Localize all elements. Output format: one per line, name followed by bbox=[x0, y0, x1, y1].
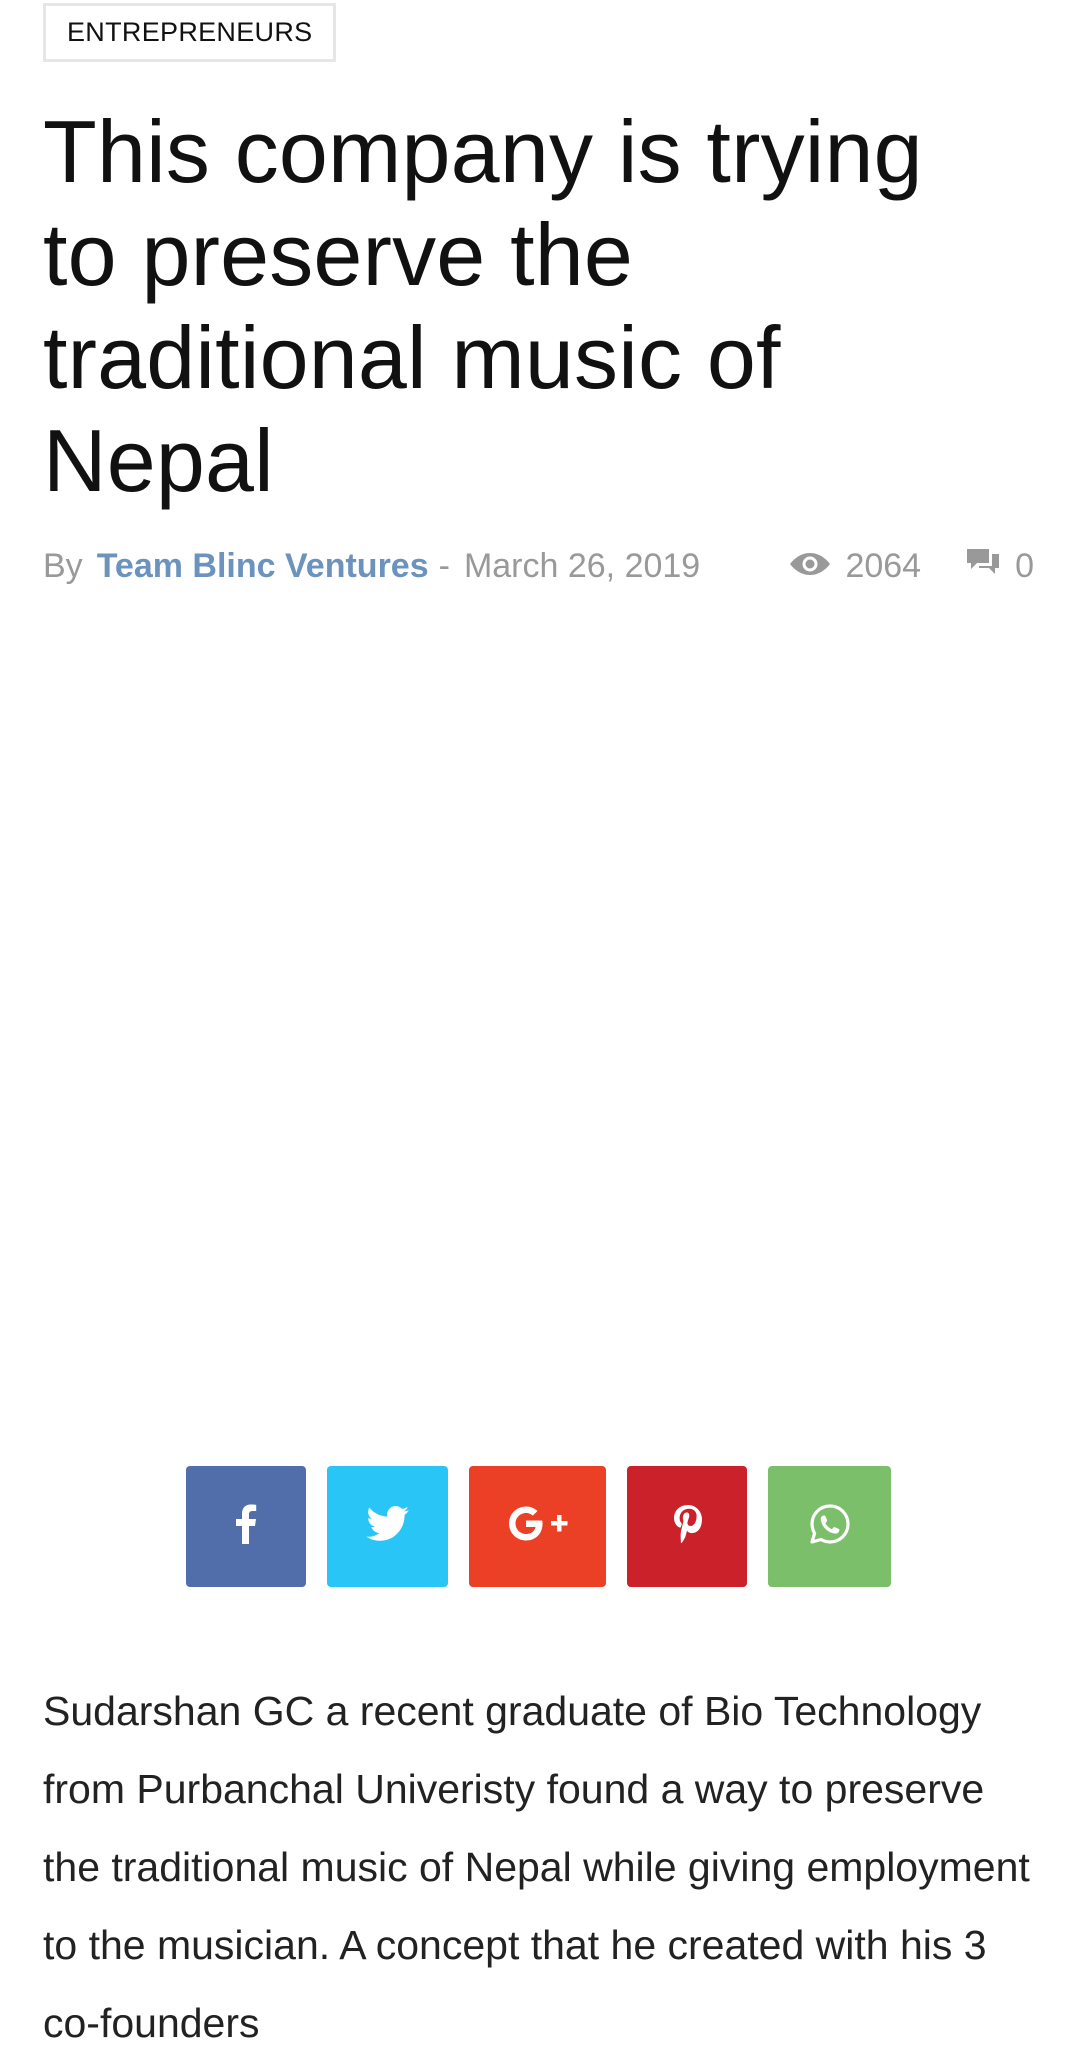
comment-icon bbox=[965, 547, 1015, 586]
pinterest-share-button[interactable] bbox=[627, 1466, 747, 1587]
pinterest-icon bbox=[672, 1504, 702, 1549]
google-plus-icon bbox=[507, 1506, 569, 1547]
meta-separator: - bbox=[438, 546, 450, 585]
by-label: By bbox=[43, 546, 83, 585]
whatsapp-share-button[interactable] bbox=[768, 1466, 891, 1587]
article-body-paragraph: Sudarshan GC a recent graduate of Bio Te… bbox=[43, 1688, 1030, 2046]
facebook-icon bbox=[235, 1504, 257, 1549]
article-meta: By Team Blinc Ventures - March 26, 2019 … bbox=[43, 540, 1034, 592]
comments-count: 0 bbox=[1015, 546, 1034, 585]
article-title: This company is trying to preserve the t… bbox=[43, 102, 923, 510]
twitter-share-button[interactable] bbox=[327, 1466, 448, 1587]
author-link[interactable]: Team Blinc Ventures bbox=[97, 547, 429, 586]
ad-placeholder bbox=[43, 630, 1034, 1390]
comments-link[interactable]: 0 bbox=[965, 547, 1034, 586]
views-count: 2064 bbox=[845, 546, 922, 585]
google-plus-share-button[interactable] bbox=[469, 1466, 606, 1587]
article-page: ENTREPRENEURS This company is trying to … bbox=[0, 0, 1077, 2070]
facebook-share-button[interactable] bbox=[186, 1466, 306, 1587]
eye-icon bbox=[789, 547, 845, 586]
twitter-icon bbox=[365, 1506, 410, 1547]
share-buttons bbox=[0, 1466, 1077, 1587]
publish-date: March 26, 2019 bbox=[463, 546, 701, 585]
category-tag[interactable]: ENTREPRENEURS bbox=[43, 3, 337, 62]
whatsapp-icon bbox=[809, 1503, 851, 1550]
views-counter: 2064 bbox=[789, 547, 921, 586]
